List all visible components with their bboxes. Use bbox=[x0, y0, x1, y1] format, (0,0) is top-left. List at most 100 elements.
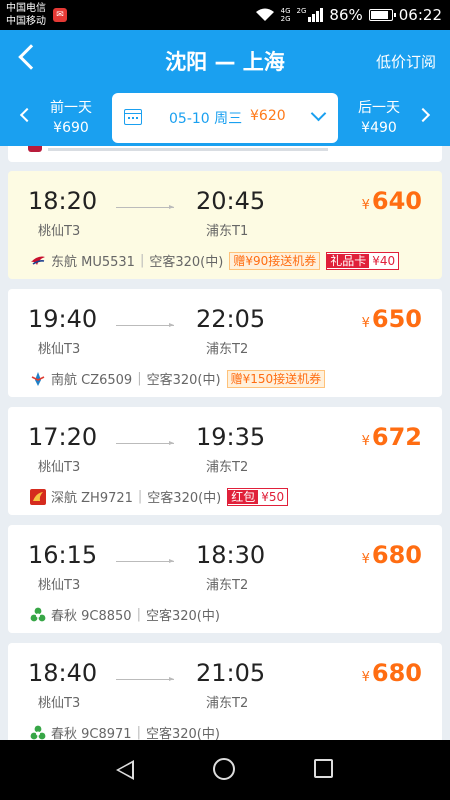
airline-flight-number: 春秋 9C8971 bbox=[51, 727, 132, 740]
currency-symbol: ¥ bbox=[361, 552, 370, 567]
departure-terminal: 桃仙T3 bbox=[38, 342, 81, 357]
ticket-price-value: 650 bbox=[371, 305, 422, 333]
flight-card-partial[interactable] bbox=[8, 146, 442, 162]
aircraft-type: 空客320(中) bbox=[145, 609, 220, 624]
arrival-terminal: 浦东T2 bbox=[206, 460, 249, 475]
aircraft-type: 空客320(中) bbox=[146, 373, 221, 388]
airline-flight-number: 南航 CZ6509 bbox=[51, 373, 133, 388]
airline-logo-icon bbox=[28, 146, 42, 152]
next-day-button[interactable]: 后一天 ¥490 bbox=[354, 98, 404, 138]
arrival-terminal: 浦东T1 bbox=[206, 224, 249, 239]
header: 沈阳 — 上海 低价订阅 bbox=[0, 30, 450, 90]
prev-day-button[interactable]: 前一天 ¥690 bbox=[46, 98, 96, 138]
meta-separator: | bbox=[136, 607, 141, 622]
promo-tag: 赠¥150接送机券 bbox=[226, 369, 326, 388]
airline-logo-icon bbox=[30, 607, 46, 623]
flight-card[interactable]: 16:15 18:30 桃仙T3 浦东T2 ¥680 春秋 9C8850 | 空客320(中) bbox=[8, 525, 442, 633]
flight-direction-line bbox=[116, 441, 174, 445]
departure-terminal: 桃仙T3 bbox=[38, 696, 81, 711]
flight-meta: 南航 CZ6509 | 空客320(中) 赠¥150接送机券 bbox=[30, 369, 326, 388]
arrival-time: 18:30 bbox=[196, 541, 266, 569]
network-type-bottom: 2G bbox=[280, 15, 291, 23]
promo-tag-text: ¥40 bbox=[372, 253, 396, 268]
airline-flight-number: 东航 MU5531 bbox=[51, 255, 135, 270]
arrival-terminal: 浦东T2 bbox=[206, 342, 249, 357]
flight-card[interactable]: 18:40 21:05 桃仙T3 浦东T2 ¥680 春秋 9C8971 | 空客320(中) bbox=[8, 643, 442, 740]
carrier-2: 中国移动 bbox=[6, 16, 46, 27]
ticket-price-value: 680 bbox=[371, 659, 422, 687]
clock: 06:22 bbox=[398, 6, 442, 24]
network-type-top: 4G bbox=[280, 7, 291, 15]
signal-icon bbox=[308, 8, 324, 22]
aircraft-type: 空客320(中) bbox=[149, 255, 224, 270]
chevron-left-icon[interactable] bbox=[19, 107, 35, 123]
arrival-terminal: 浦东T2 bbox=[206, 578, 249, 593]
chevron-right-icon[interactable] bbox=[415, 107, 431, 123]
departure-terminal: 桃仙T3 bbox=[38, 578, 81, 593]
ticket-price: ¥650 bbox=[362, 305, 422, 333]
nav-recent-apps-icon[interactable] bbox=[314, 759, 333, 778]
wifi-icon bbox=[255, 8, 274, 21]
chevron-down-icon bbox=[310, 105, 327, 122]
departure-terminal: 桃仙T3 bbox=[38, 460, 81, 475]
nav-home-icon[interactable] bbox=[213, 758, 235, 780]
departure-terminal: 桃仙T3 bbox=[38, 224, 81, 239]
flight-card[interactable]: 17:20 19:35 桃仙T3 浦东T2 ¥672 深航 ZH9721 | 空客320(中)… bbox=[8, 407, 442, 515]
nav-back-icon[interactable] bbox=[116, 760, 134, 780]
currency-symbol: ¥ bbox=[361, 316, 370, 331]
flight-meta: 东航 MU5531 | 空客320(中) 赠¥90接送机券 礼品卡 ¥40 bbox=[30, 251, 400, 270]
ticket-price-value: 640 bbox=[371, 187, 422, 215]
departure-time: 19:40 bbox=[28, 305, 98, 333]
arrival-time: 20:45 bbox=[196, 187, 266, 215]
next-day-label: 后一天 bbox=[358, 100, 400, 116]
calendar-icon bbox=[124, 109, 142, 125]
currency-symbol: ¥ bbox=[361, 434, 370, 449]
status-bar: 中国电信 中国移动 ✉ 4G 2G 2G 86% 06:22 bbox=[0, 0, 450, 30]
currency-symbol: ¥ bbox=[361, 670, 370, 685]
network-type: 4G 2G bbox=[281, 7, 291, 23]
date-selector[interactable]: 05-10 周三 ¥620 bbox=[112, 93, 338, 143]
flight-meta: 春秋 9C8971 | 空客320(中) bbox=[30, 723, 220, 740]
departure-time: 17:20 bbox=[28, 423, 98, 451]
airline-logo-icon bbox=[30, 253, 46, 269]
promo-tag-text: 赠¥90接送机券 bbox=[233, 253, 317, 268]
promo-tag: 红包 ¥50 bbox=[227, 487, 289, 506]
promo-tag: 赠¥90接送机券 bbox=[229, 251, 321, 270]
selected-date: 05-10 周三 bbox=[169, 111, 243, 127]
arrival-time: 21:05 bbox=[196, 659, 266, 687]
prev-day-price: ¥690 bbox=[53, 120, 89, 136]
ticket-price-value: 680 bbox=[371, 541, 422, 569]
airline-flight-number: 深航 ZH9721 bbox=[51, 491, 133, 506]
prev-day-label: 前一天 bbox=[50, 100, 92, 116]
flight-card[interactable]: 18:20 20:45 桃仙T3 浦东T1 ¥640 东航 MU5531 | 空客320(中)… bbox=[8, 171, 442, 279]
ticket-price: ¥680 bbox=[362, 541, 422, 569]
flight-direction-line bbox=[116, 323, 174, 327]
meta-separator: | bbox=[136, 725, 141, 740]
price-alert-button[interactable]: 低价订阅 bbox=[376, 51, 436, 72]
promo-tag-text: ¥50 bbox=[261, 489, 285, 504]
promo-tag-text: 赠¥150接送机券 bbox=[230, 371, 322, 386]
airline-logo-icon bbox=[30, 725, 46, 741]
flight-direction-line bbox=[116, 559, 174, 563]
date-bar: 前一天 ¥690 05-10 周三 ¥620 后一天 ¥490 bbox=[0, 90, 450, 146]
flight-card[interactable]: 19:40 22:05 桃仙T3 浦东T2 ¥650 南航 CZ6509 | 空客320(中)… bbox=[8, 289, 442, 397]
ticket-price: ¥680 bbox=[362, 659, 422, 687]
flight-direction-line bbox=[116, 205, 174, 209]
arrival-terminal: 浦东T2 bbox=[206, 696, 249, 711]
arrival-time: 22:05 bbox=[196, 305, 266, 333]
flight-list[interactable]: 18:20 20:45 桃仙T3 浦东T1 ¥640 东航 MU5531 | 空客320(中)… bbox=[0, 146, 450, 740]
flight-card-partial-text bbox=[48, 148, 328, 151]
meta-separator: | bbox=[139, 253, 145, 268]
promo-tag-lead: 礼品卡 bbox=[327, 253, 370, 268]
airline-logo-icon bbox=[30, 488, 46, 505]
currency-symbol: ¥ bbox=[361, 198, 370, 213]
departure-time: 16:15 bbox=[28, 541, 98, 569]
ticket-price: ¥672 bbox=[362, 423, 422, 451]
battery-icon bbox=[368, 9, 396, 21]
carrier-1: 中国电信 bbox=[6, 3, 46, 14]
meta-separator: | bbox=[137, 371, 142, 386]
aircraft-type: 空客320(中) bbox=[145, 727, 220, 740]
promo-tag-lead: 红包 bbox=[228, 489, 259, 504]
ticket-price: ¥640 bbox=[362, 187, 422, 215]
departure-time: 18:40 bbox=[28, 659, 98, 687]
